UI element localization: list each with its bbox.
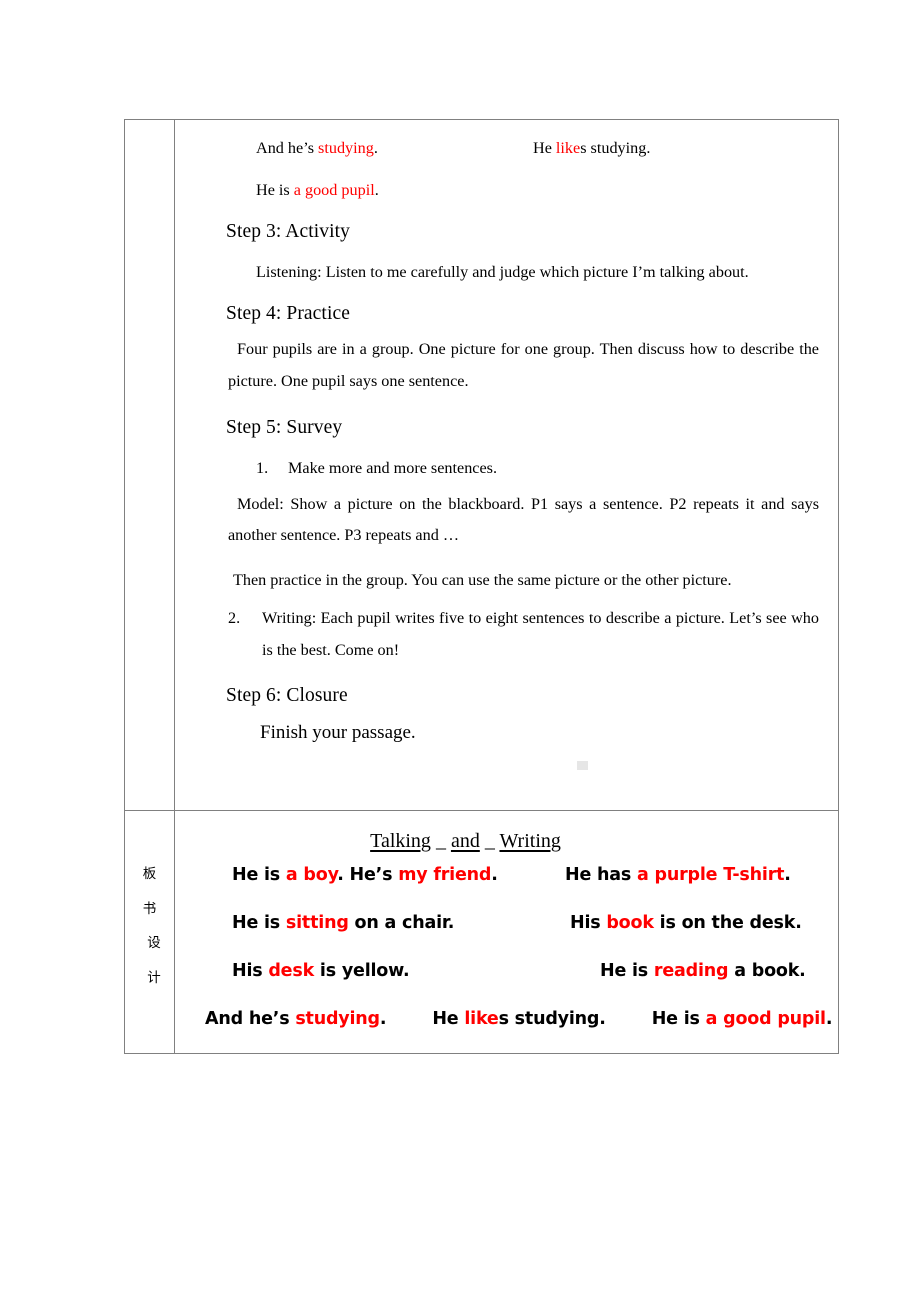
text-plain: a book. bbox=[728, 961, 806, 981]
text-highlight: desk bbox=[268, 961, 315, 981]
sentence-he-has-a-purple-tshirt: He has a purple T-shirt. bbox=[565, 865, 791, 885]
line-he-is-a-good-pupil: He is a good pupil. bbox=[183, 182, 830, 198]
text-plain: is yellow. bbox=[314, 961, 410, 981]
text-highlight: a boy bbox=[285, 865, 338, 885]
blackboard-sentence-row-2: He is sitting on a chair. His book is on… bbox=[175, 913, 838, 963]
text-plain: . bbox=[491, 865, 498, 885]
heading-step-6: Step 6: Closure bbox=[226, 685, 348, 707]
text-plain: . bbox=[825, 1009, 833, 1029]
line-and-hes-studying: And he’s studying. He likes studying. bbox=[183, 140, 830, 159]
text-highlight: a good pupil bbox=[293, 181, 375, 199]
title-part-and: and bbox=[450, 830, 480, 852]
blackboard-sentence-row-3: His desk is yellow. He is reading a book… bbox=[175, 961, 838, 1011]
list-item-step5-1: 1. Make more and more sentences. bbox=[183, 453, 830, 485]
text-highlight: reading bbox=[653, 961, 729, 981]
text-step-6-body: Finish your passage. bbox=[260, 721, 416, 743]
text-plain: He is bbox=[256, 181, 294, 199]
text-highlight: a good pupil bbox=[705, 1009, 826, 1029]
text-plain: He is bbox=[232, 865, 286, 885]
text-highlight: like bbox=[555, 139, 581, 157]
blackboard-body-cell: Talking _ and _ Writing He is a boy. He’… bbox=[174, 810, 839, 1054]
sentence-final-group: And he’s studying. He likes studying. He i… bbox=[205, 1009, 833, 1029]
document-page: And he’s studying. He likes studying. He… bbox=[0, 0, 920, 1301]
text-plain: . He’s bbox=[337, 865, 399, 885]
heading-step-4: Step 4: Practice bbox=[226, 302, 350, 324]
title-part-writing: Writing bbox=[499, 830, 561, 852]
text-plain: And he’s bbox=[205, 1009, 296, 1029]
text-plain: . bbox=[374, 181, 379, 199]
sentence-he-is-a-boy: He is a boy. He’s my friend. bbox=[232, 865, 498, 885]
text-plain: He is bbox=[651, 1009, 706, 1029]
label-char-4: 计 bbox=[147, 969, 161, 986]
procedure-body-cell: And he’s studying. He likes studying. He… bbox=[174, 119, 839, 811]
text-highlight: book bbox=[606, 913, 654, 933]
text-plain: on a chair. bbox=[348, 913, 455, 933]
blackboard-label-chars: 板 书 设 计 bbox=[125, 811, 174, 985]
text-highlight: sitting bbox=[285, 913, 349, 933]
text-plain: He bbox=[432, 1009, 465, 1029]
list-item-step5-2: 2. Writing: Each pupil writes five to ei… bbox=[183, 603, 830, 666]
sentence-he-is-reading-a-book: He is reading a book. bbox=[600, 961, 806, 981]
label-char-3: 设 bbox=[147, 935, 161, 951]
text-plain: . bbox=[379, 1009, 387, 1029]
label-char-1: 板 bbox=[142, 866, 157, 882]
text-plain: He is bbox=[232, 913, 286, 933]
text-step-5-then-practice: Then practice in the group. You can use … bbox=[233, 570, 732, 589]
heading-step-5: Step 5: Survey bbox=[226, 416, 343, 438]
text-plain: . bbox=[784, 865, 791, 885]
text-highlight: like bbox=[464, 1009, 499, 1029]
sentence-his-book-is-on-the-desk: His book is on the desk. bbox=[570, 913, 802, 933]
text-plain: s studying. bbox=[498, 1009, 606, 1029]
text-plain: s studying. bbox=[580, 139, 651, 157]
text-plain: . bbox=[373, 139, 378, 157]
title-sep-1: _ bbox=[430, 830, 451, 852]
selection-artifact bbox=[576, 760, 588, 770]
text-step-4-body: Four pupils are in a group. One picture … bbox=[228, 340, 819, 390]
blackboard-sentence-row-4: And he’s studying. He likes studying. He i… bbox=[175, 1009, 838, 1041]
label-char-2: 书 bbox=[142, 900, 157, 917]
text-plain: His bbox=[570, 913, 607, 933]
title-sep-2: _ bbox=[479, 830, 500, 852]
heading-step-3: Step 3: Activity bbox=[226, 221, 351, 243]
text-highlight: a purple T-shirt bbox=[636, 865, 785, 885]
title-part-talking: Talking bbox=[370, 830, 431, 852]
list-item-text: Make more and more sentences. bbox=[288, 459, 498, 478]
list-item-number: 1. bbox=[256, 459, 269, 478]
text-highlight: studying bbox=[295, 1009, 380, 1029]
blackboard-sentence-row-1: He is a boy. He’s my friend. He has a pu… bbox=[175, 865, 838, 915]
text-plain: is on the desk. bbox=[653, 913, 802, 933]
text-plain: His bbox=[232, 961, 269, 981]
text-highlight: my friend bbox=[398, 865, 492, 885]
text-plain: He bbox=[533, 139, 556, 157]
blackboard-label-cell: 板 书 设 计 bbox=[124, 810, 175, 1054]
blackboard-content: Talking _ and _ Writing He is a boy. He’… bbox=[175, 811, 838, 1053]
text-plain: He has bbox=[565, 865, 637, 885]
sentence-his-desk-is-yellow: His desk is yellow. bbox=[232, 961, 410, 981]
sentence-he-is-sitting: He is sitting on a chair. bbox=[232, 913, 455, 933]
text-step-3-body: Listening: Listen to me carefully and ju… bbox=[256, 262, 749, 281]
text-plain: And he’s bbox=[256, 139, 319, 157]
table-row-blackboard-design: 板 书 设 计 Talking _ and _ Writing He is a … bbox=[124, 810, 839, 1054]
list-item-text: Writing: Each pupil writes five to eight… bbox=[262, 609, 819, 659]
procedure-content: And he’s studying. He likes studying. He… bbox=[175, 120, 838, 810]
text-step-5-model: Model: Show a picture on the blackboard.… bbox=[228, 494, 819, 545]
text-highlight: studying bbox=[318, 139, 374, 157]
line-he-likes-studying: He likes studying. bbox=[533, 140, 650, 156]
text-plain: He is bbox=[600, 961, 654, 981]
list-item-number: 2. bbox=[228, 609, 241, 628]
lesson-plan-table: And he’s studying. He likes studying. He… bbox=[124, 119, 839, 1054]
procedure-label-cell bbox=[124, 119, 175, 811]
table-row-procedure: And he’s studying. He likes studying. He… bbox=[124, 119, 839, 811]
blackboard-title: Talking _ and _ Writing bbox=[175, 831, 838, 851]
